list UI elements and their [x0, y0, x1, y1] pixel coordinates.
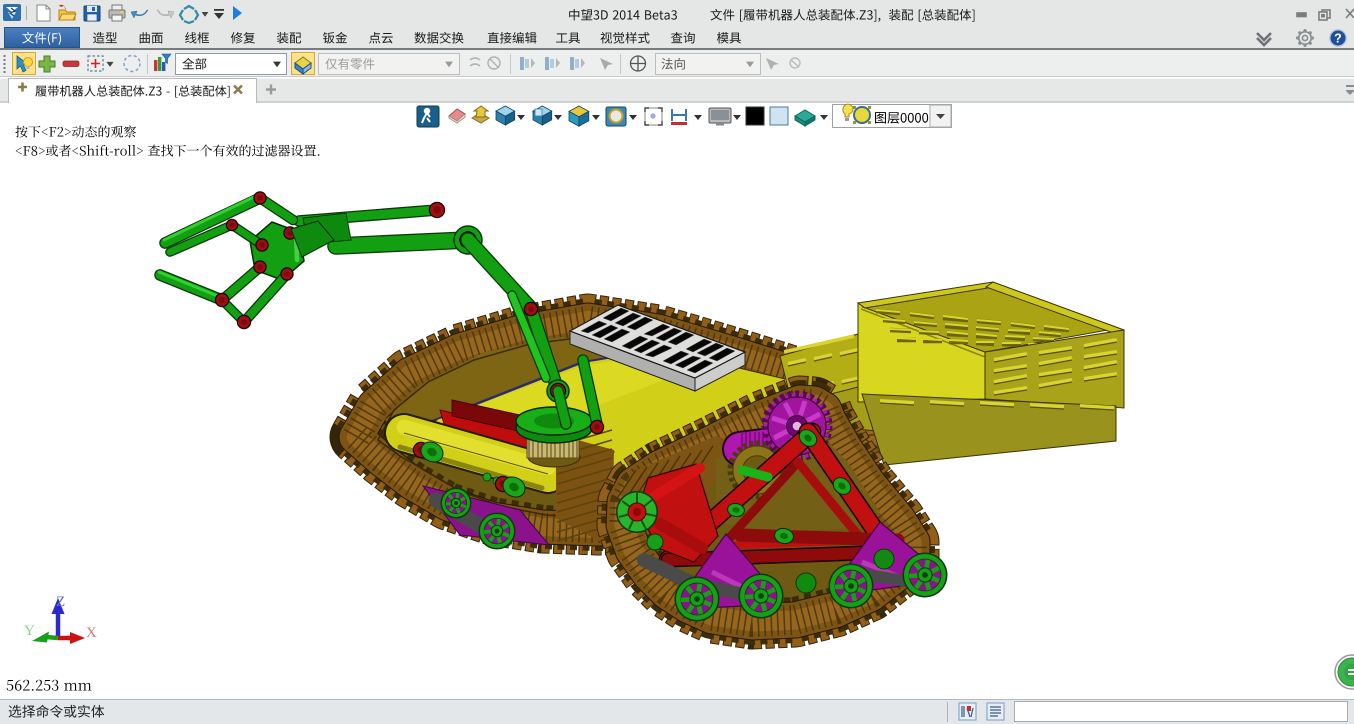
svg-text:?: ? — [1334, 32, 1342, 46]
svg-text:Z: Z — [56, 594, 65, 610]
svg-text:Y: Y — [24, 623, 35, 639]
svg-text:X: X — [86, 625, 97, 641]
